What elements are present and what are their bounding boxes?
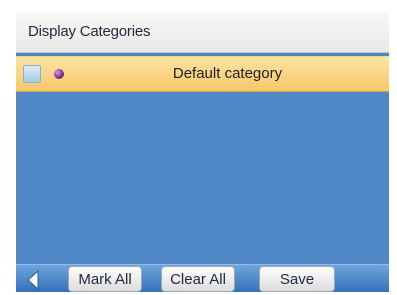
- mark-all-button[interactable]: Mark All: [68, 266, 142, 292]
- title-bar: Display Categories: [16, 12, 389, 53]
- page-title: Display Categories: [28, 23, 151, 40]
- category-label: Default category: [172, 65, 283, 82]
- bottom-toolbar: Mark All Clear All Save: [16, 264, 389, 292]
- display-categories-screen: Display Categories Default category Mark…: [16, 12, 389, 292]
- save-button[interactable]: Save: [259, 266, 335, 292]
- category-checkbox[interactable]: [23, 65, 41, 83]
- chevron-left-icon: [27, 269, 39, 290]
- category-list: Default category: [16, 53, 389, 264]
- back-button[interactable]: [20, 268, 46, 291]
- clear-all-button[interactable]: Clear All: [161, 266, 235, 292]
- category-row-default[interactable]: Default category: [16, 56, 389, 92]
- category-color-dot-icon: [54, 69, 64, 79]
